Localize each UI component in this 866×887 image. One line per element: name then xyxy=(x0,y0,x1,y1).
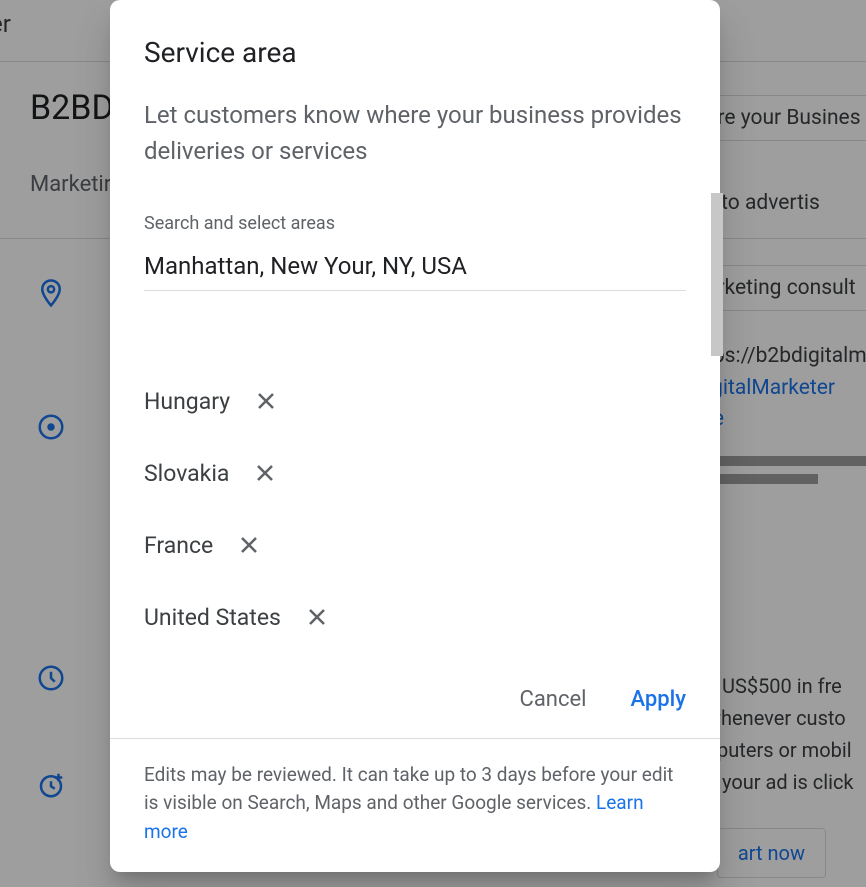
modal-title: Service area xyxy=(144,36,686,69)
search-field-label: Search and select areas xyxy=(144,213,686,234)
area-label: Hungary xyxy=(144,388,230,415)
area-label: United States xyxy=(144,604,281,631)
search-input[interactable] xyxy=(144,246,686,291)
cancel-button[interactable]: Cancel xyxy=(520,687,587,712)
area-item: United States xyxy=(144,603,686,631)
footer-notice: Edits may be reviewed. It can take up to… xyxy=(144,761,686,847)
close-icon xyxy=(305,605,329,629)
area-item: France xyxy=(144,531,686,559)
close-icon xyxy=(253,461,277,485)
apply-button[interactable]: Apply xyxy=(630,687,686,712)
footer-text: Edits may be reviewed. It can take up to… xyxy=(144,763,673,815)
area-label: Slovakia xyxy=(144,460,229,487)
remove-area-button[interactable] xyxy=(235,531,263,559)
modal-description: Let customers know where your business p… xyxy=(144,97,686,169)
modal-content: Service area Let customers know where yo… xyxy=(110,0,720,665)
remove-area-button[interactable] xyxy=(303,603,331,631)
remove-area-button[interactable] xyxy=(251,459,279,487)
area-label: France xyxy=(144,532,213,559)
scrollbar[interactable] xyxy=(711,193,723,356)
selected-areas-list: Hungary Slovakia France United States xyxy=(144,387,686,631)
close-icon xyxy=(237,533,261,557)
area-item: Hungary xyxy=(144,387,686,415)
remove-area-button[interactable] xyxy=(252,387,280,415)
close-icon xyxy=(254,389,278,413)
service-area-modal: Service area Let customers know where yo… xyxy=(110,0,720,872)
modal-actions: Cancel Apply xyxy=(110,665,720,738)
modal-footer: Edits may be reviewed. It can take up to… xyxy=(110,738,720,873)
area-item: Slovakia xyxy=(144,459,686,487)
